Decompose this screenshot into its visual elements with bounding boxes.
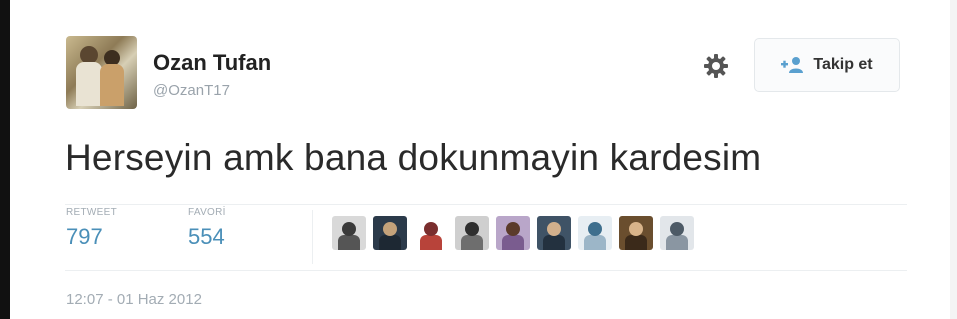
favoriter-avatar-body (543, 235, 565, 250)
favoriter-avatar[interactable] (660, 216, 694, 250)
retweet-stat[interactable]: RETWEET 797 (66, 207, 117, 250)
retweet-label: RETWEET (66, 207, 117, 218)
favoriter-avatar-head (383, 222, 397, 236)
favoriter-avatar-head (629, 222, 643, 236)
avatar-person-body (76, 62, 102, 106)
favoriter-avatar-body (461, 235, 483, 250)
favoriter-avatar-head (588, 222, 602, 236)
add-user-icon (781, 56, 805, 74)
favorite-stat[interactable]: FAVORİ 554 (188, 207, 226, 250)
retweet-count: 797 (66, 224, 103, 249)
avatar-person-body (100, 64, 124, 106)
favoriter-avatar-body (625, 235, 647, 250)
follow-button-label: Takip et (813, 56, 873, 73)
favoriter-avatar-head (506, 222, 520, 236)
tweet-text: Herseyin amk bana dokunmayin kardesim (65, 137, 762, 178)
author-avatar[interactable] (66, 36, 137, 109)
favoriter-avatar[interactable] (537, 216, 571, 250)
author-name[interactable]: Ozan Tufan (153, 50, 271, 76)
favoriter-avatar[interactable] (373, 216, 407, 250)
favoriter-avatar-head (547, 222, 561, 236)
favoriter-avatar[interactable] (578, 216, 612, 250)
favoriter-avatar-head (465, 222, 479, 236)
favoriter-avatar[interactable] (332, 216, 366, 250)
favoriter-avatar-head (424, 222, 438, 236)
gear-icon[interactable] (702, 52, 730, 80)
favoriter-avatar-body (502, 235, 524, 250)
author-handle[interactable]: @OzanT17 (153, 82, 230, 99)
favoriter-avatar-head (670, 222, 684, 236)
divider (65, 204, 907, 205)
favoriter-avatar-head (342, 222, 356, 236)
favoriter-avatar[interactable] (496, 216, 530, 250)
favoriter-avatar-body (379, 235, 401, 250)
stats-separator (312, 210, 313, 264)
photo-border-right (950, 0, 957, 319)
photo-border-left (0, 0, 10, 319)
favoriter-avatar-body (666, 235, 688, 250)
favoriter-avatar-body (420, 235, 442, 250)
favoriters-list (332, 216, 694, 250)
favoriter-avatar[interactable] (455, 216, 489, 250)
divider (65, 270, 907, 271)
favoriter-avatar-body (584, 235, 606, 250)
favoriter-avatar-body (338, 235, 360, 250)
tweet-card: Ozan Tufan @OzanT17 Takip et Herseyin am… (10, 0, 950, 319)
favoriter-avatar[interactable] (619, 216, 653, 250)
favorite-count: 554 (188, 224, 225, 249)
tweet-timestamp[interactable]: 12:07 - 01 Haz 2012 (66, 291, 202, 308)
favorite-label: FAVORİ (188, 207, 226, 218)
favoriter-avatar[interactable] (414, 216, 448, 250)
follow-button[interactable]: Takip et (754, 38, 900, 92)
